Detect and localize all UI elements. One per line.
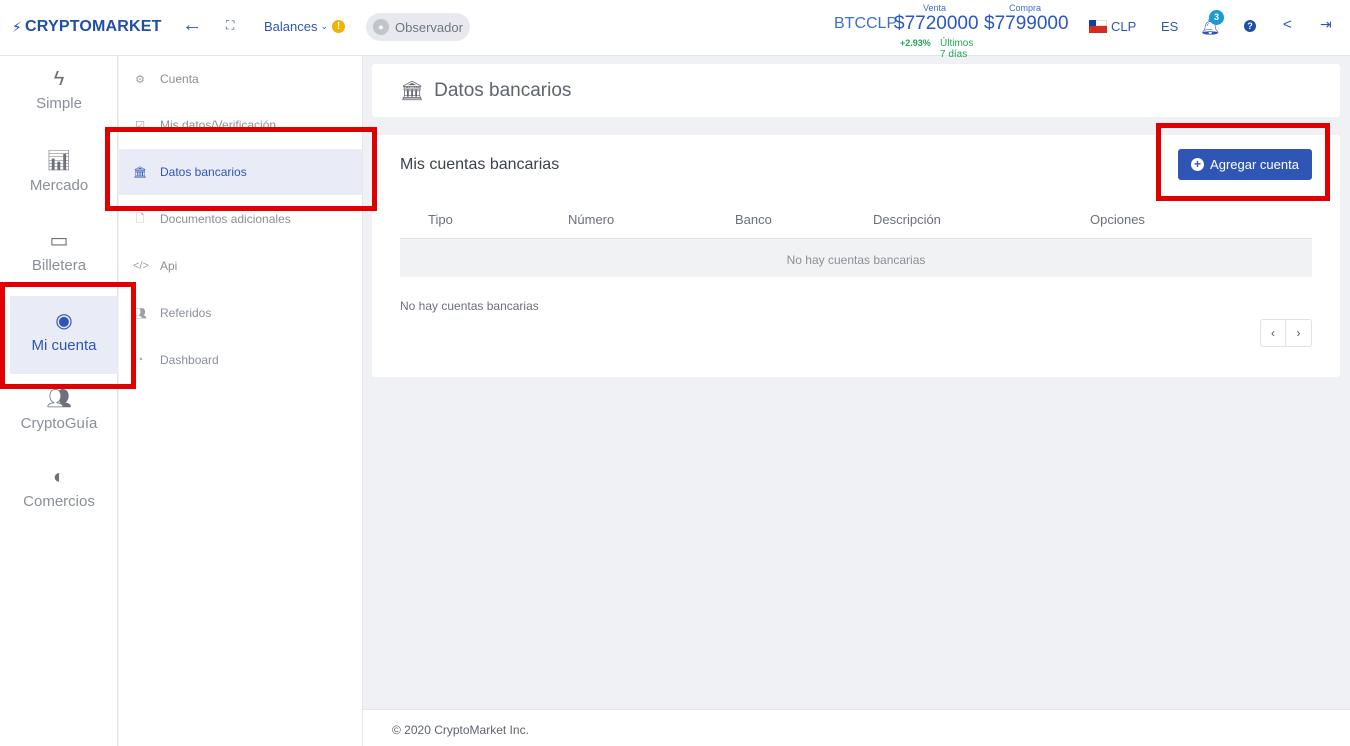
submenu-item-dashboard[interactable]: ◔ Dashboard: [119, 337, 363, 383]
chevron-down-icon: ⌄: [320, 21, 329, 31]
rail-item-label: Billetera: [31, 257, 87, 274]
submenu-item-cuenta[interactable]: ⚙ Cuenta: [119, 56, 363, 102]
submenu-item-label: Dashboard: [160, 353, 219, 367]
logo[interactable]: ⚡ CRYPTOMARKET: [12, 18, 162, 36]
help-icon[interactable]: ?: [1244, 20, 1256, 32]
submenu-item-label: Mis datos/Verificación: [160, 118, 277, 132]
submenu-item-label: Datos bancarios: [160, 165, 247, 179]
rail-item-label: Mercado: [29, 177, 89, 194]
submenu-item-datos-bancarios[interactable]: 🏛︎ Datos bancarios: [119, 149, 362, 195]
users-icon: 👥︎: [46, 388, 72, 410]
check-square-icon: ☑: [135, 119, 145, 132]
warning-icon: !: [332, 20, 346, 33]
dashboard-icon: ◔: [136, 354, 144, 366]
rail-item-label: Simple: [36, 95, 82, 112]
balances-dropdown[interactable]: Balances ⌄ !: [264, 19, 346, 34]
page-title: Datos bancarios: [434, 79, 572, 101]
bank-accounts-card: Mis cuentas bancarias + Agregar cuenta T…: [372, 135, 1340, 377]
next-page-button[interactable]: ›: [1286, 320, 1311, 346]
plus-circle-icon: +: [1191, 158, 1205, 171]
currency-selector[interactable]: CLP: [1111, 19, 1136, 34]
code-icon: </>: [133, 260, 149, 272]
submenu-item-documentos[interactable]: 🗋︎ Documentos adicionales: [119, 196, 363, 242]
venta-label: Venta: [923, 3, 947, 13]
submenu-item-label: Referidos: [160, 306, 212, 320]
account-submenu: ⚙ Cuenta ☑ Mis datos/Verificación 🏛︎ Dat…: [119, 56, 363, 746]
users-icon: 👥︎: [133, 307, 147, 320]
rail-item-label: Comercios: [23, 493, 95, 510]
logout-icon[interactable]: ⇥: [1320, 16, 1332, 33]
chile-flag-icon[interactable]: [1089, 20, 1107, 33]
top-bar: ⚡ CRYPTOMARKET ← ⛶ Balances ⌄ ! ● Observ…: [0, 0, 1350, 60]
submenu-item-mis-datos[interactable]: ☑ Mis datos/Verificación: [119, 102, 363, 148]
rail-item-label: Mi cuenta: [31, 337, 97, 354]
expand-icon[interactable]: ⛶: [226, 18, 234, 33]
rail-item-label: CryptoGuía: [20, 415, 98, 432]
observer-badge[interactable]: ● Observador: [366, 13, 470, 41]
column-header-descripcion[interactable]: Descripción: [873, 212, 941, 227]
ticker-pair: BTCCLP: [834, 15, 898, 32]
card-title: Mis cuentas bancarias: [400, 156, 560, 173]
submenu-item-label: Documentos adicionales: [160, 212, 291, 226]
main-nav-rail: ϟ Simple 📊︎ Mercado ▭ Billetera ◉ Mi cue…: [0, 56, 118, 746]
rail-item-simple[interactable]: ϟ Simple: [0, 68, 118, 112]
language-selector[interactable]: ES: [1161, 19, 1178, 34]
balances-label: Balances: [264, 19, 318, 34]
share-icon[interactable]: <: [1283, 16, 1292, 33]
bolt-icon: ϟ: [53, 68, 65, 90]
column-header-banco[interactable]: Banco: [735, 212, 772, 227]
compra-label: Compra: [1009, 3, 1042, 13]
eye-icon: ●: [373, 19, 389, 35]
column-header-tipo[interactable]: Tipo: [428, 212, 453, 227]
logo-text: CRYPTOMARKET: [25, 18, 162, 35]
user-circle-icon: ◉: [55, 310, 73, 332]
submenu-item-label: Api: [160, 259, 178, 273]
store-icon: ◐: [52, 466, 66, 488]
back-arrow-icon[interactable]: ←: [182, 14, 202, 37]
observer-label: Observador: [395, 19, 463, 35]
notification-badge: 3: [1209, 10, 1224, 25]
price-period: Últimos 7 días: [940, 38, 974, 60]
rail-item-cryptoguia[interactable]: 👥︎ CryptoGuía: [0, 386, 118, 432]
footer: © 2020 CryptoMarket Inc.: [363, 709, 1350, 746]
bar-chart-icon: 📊︎: [46, 150, 72, 172]
price-change: +2.93%: [900, 38, 931, 48]
logo-bolt-icon: ⚡: [12, 18, 23, 35]
rail-item-mercado[interactable]: 📊︎ Mercado: [0, 148, 118, 194]
bank-icon: 🏛︎: [133, 166, 147, 179]
rail-item-comercios[interactable]: ◐ Comercios: [0, 466, 118, 510]
add-account-button[interactable]: + Agregar cuenta: [1178, 149, 1312, 180]
submenu-item-referidos[interactable]: 👥︎ Referidos: [119, 290, 363, 336]
rail-item-mi-cuenta[interactable]: ◉ Mi cuenta: [10, 296, 118, 374]
submenu-item-label: Cuenta: [160, 72, 199, 86]
table-header: Tipo Número Banco Descripción Opciones: [400, 203, 1312, 239]
page-header: 🏛︎ Datos bancarios: [372, 64, 1340, 117]
submenu-item-api[interactable]: </> Api: [119, 243, 363, 289]
bank-icon: 🏛︎: [400, 80, 425, 102]
empty-state-text: No hay cuentas bancarias: [400, 299, 539, 313]
prev-page-button[interactable]: ‹: [1261, 320, 1287, 346]
rail-item-billetera[interactable]: ▭ Billetera: [0, 228, 118, 274]
add-account-label: Agregar cuenta: [1210, 157, 1299, 172]
column-header-opciones: Opciones: [1090, 212, 1145, 227]
table-empty-row: No hay cuentas bancarias: [400, 239, 1312, 277]
pagination: ‹ ›: [1260, 319, 1312, 347]
compra-value: $7799000: [984, 13, 1069, 34]
file-icon: 🗋︎: [135, 212, 145, 225]
column-header-numero[interactable]: Número: [568, 212, 614, 227]
wallet-icon: ▭: [49, 230, 69, 252]
gear-icon: ⚙: [135, 73, 145, 86]
venta-value: $7720000: [894, 13, 979, 34]
